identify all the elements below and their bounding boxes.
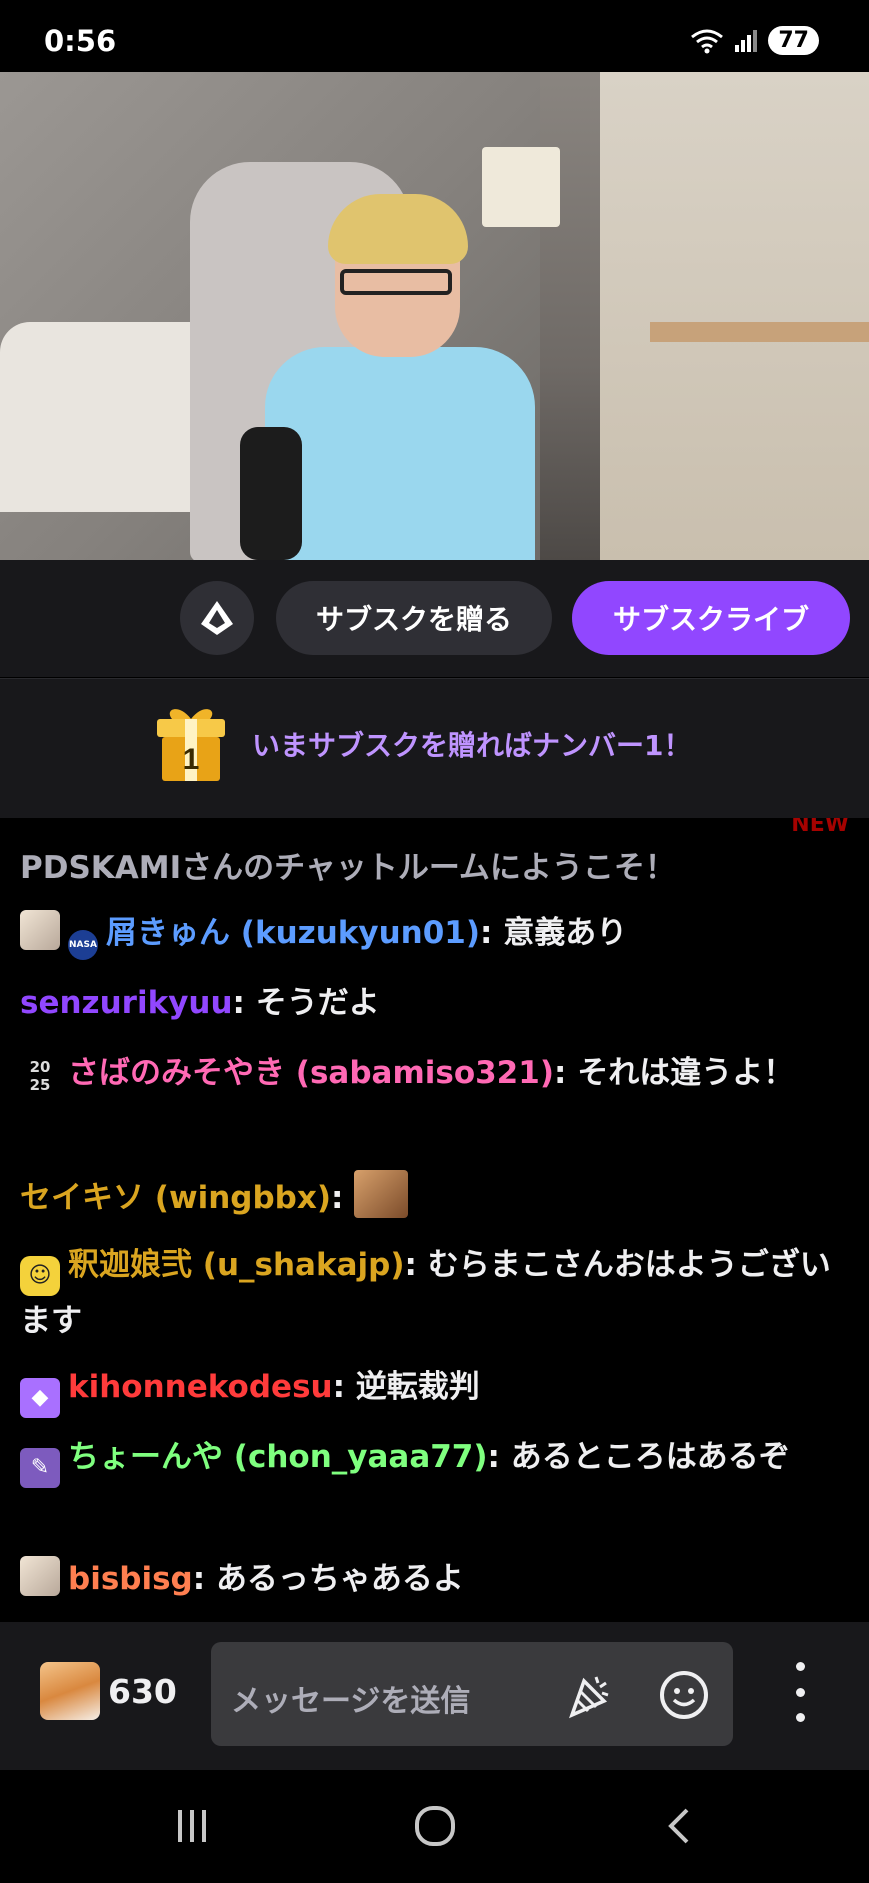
chat-text: あるところはあるぞ [510, 1439, 790, 1475]
chat-username[interactable]: kihonnekodesu [68, 1369, 333, 1405]
banner-text: いまサブスクを贈ればナンバー1！ [252, 729, 692, 762]
gift-sub-button[interactable]: サブスクを贈る [276, 581, 552, 655]
chat-message: NASA 屑きゅん (kuzukyun01): 意義あり [20, 908, 849, 960]
channel-points-icon [40, 1662, 100, 1720]
chat-panel[interactable]: NEW PDSKAMIさんのチャットルームにようこそ！ NASA 屑きゅん (ku… [0, 818, 869, 1622]
home-icon[interactable] [405, 1798, 465, 1854]
gift-number: 1 [183, 743, 200, 776]
subscribe-button[interactable]: サブスクライブ [572, 581, 850, 655]
prime-crown-icon [201, 601, 233, 635]
chat-message: bisbisg: あるっちゃあるよ [20, 1554, 849, 1604]
microphone [240, 427, 302, 560]
message-input[interactable]: メッセージを送信 [211, 1642, 733, 1746]
chat-username[interactable]: bisbisg [68, 1561, 193, 1597]
chat-text: 逆転裁判 [355, 1369, 480, 1405]
chat-input-row: 630 メッセージを送信 [0, 1622, 869, 1770]
streamer-hair [328, 194, 468, 264]
prime-button[interactable] [180, 581, 254, 655]
chat-welcome: PDSKAMIさんのチャットルームにようこそ！ [20, 850, 676, 886]
battery-indicator: 77 [768, 26, 819, 55]
streamer-glasses [340, 269, 452, 295]
chat-username[interactable]: 釈迦娘弐 (u_shakajp) [68, 1247, 405, 1283]
year-badge-icon: 20 25 [20, 1056, 60, 1096]
gift-badge-icon: ✎ [20, 1448, 60, 1488]
system-nav-bar [0, 1770, 869, 1883]
back-icon[interactable] [649, 1798, 709, 1854]
chat-text: あるっちゃあるよ [215, 1561, 464, 1597]
chat-text: 意義あり [503, 915, 628, 951]
channel-points-count: 630 [108, 1671, 177, 1711]
message-placeholder: メッセージを送信 [231, 1684, 471, 1719]
chat-username[interactable]: さばのみそやき (sabamiso321) [68, 1055, 554, 1091]
status-time: 0:56 [44, 24, 117, 58]
sub-badge-icon: ◆ [20, 1378, 60, 1418]
chat-message: セイキソ (wingbbx): [20, 1170, 849, 1223]
emote-icon [354, 1170, 409, 1218]
nasa-badge-icon: NASA [68, 930, 98, 960]
video-shelf-wall [600, 72, 869, 560]
cat-badge-icon [20, 910, 60, 950]
video-lamp [482, 147, 560, 227]
wifi-icon [691, 29, 724, 53]
recent-apps-icon[interactable] [162, 1798, 222, 1854]
chat-username[interactable]: senzurikyuu [20, 985, 233, 1021]
chat-message: ◆ kihonnekodesu: 逆転裁判 [20, 1362, 849, 1418]
smile-badge-icon: ☺ [20, 1256, 60, 1296]
chat-message: senzurikyuu: そうだよ [20, 985, 380, 1021]
cat-badge-icon [20, 1556, 60, 1596]
celebration-icon[interactable] [563, 1668, 617, 1722]
signal-icon [735, 29, 758, 52]
video-player[interactable] [0, 72, 869, 560]
channel-points-button[interactable]: 630 [40, 1662, 177, 1720]
gift-icon: 1 [157, 709, 225, 781]
new-tag: NEW [791, 818, 849, 837]
chat-username[interactable]: ちょーんや (chon_yaaa77) [68, 1439, 488, 1475]
chat-text: それは違うよ！ [577, 1055, 795, 1091]
chat-username[interactable]: 屑きゅん (kuzukyun01) [106, 915, 480, 951]
action-row: サブスクを贈る サブスクライブ [0, 560, 869, 677]
gift-banner[interactable]: 1 いまサブスクを贈ればナンバー1！ [0, 678, 869, 819]
video-shelf [650, 322, 869, 342]
status-bar: 0:56 77 [0, 0, 869, 72]
streamer-body [265, 347, 535, 560]
chat-message: ☺ 釈迦娘弐 (u_shakajp): むらまこさんおはようございます [20, 1247, 831, 1339]
more-options-icon[interactable] [788, 1662, 812, 1722]
chat-message: ✎ ちょーんや (chon_yaaa77): あるところはあるぞ [20, 1432, 849, 1488]
chat-message: 20 25 さばのみそやき (sabamiso321): それは違うよ！ [20, 1048, 849, 1098]
chat-username[interactable]: セイキソ (wingbbx) [20, 1180, 331, 1216]
emoji-icon[interactable] [657, 1668, 711, 1722]
chat-text: そうだよ [255, 985, 380, 1021]
status-icons: 77 [690, 26, 819, 55]
